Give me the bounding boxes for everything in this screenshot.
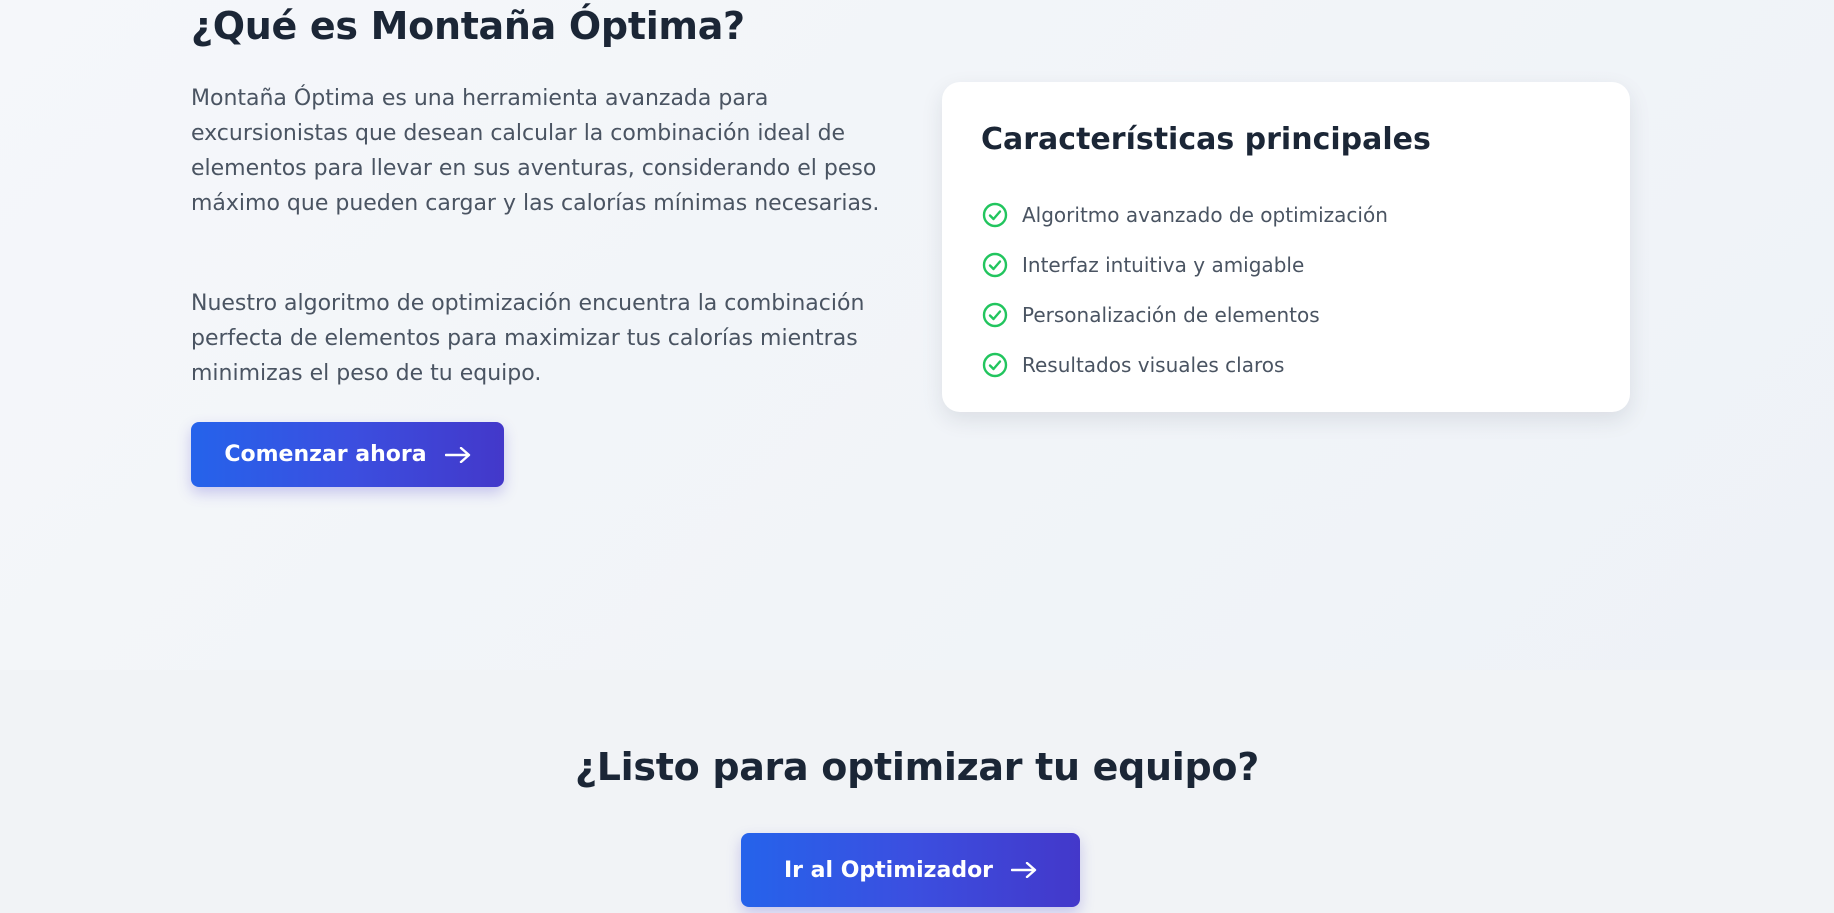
check-circle-icon: [982, 302, 1008, 328]
check-circle-icon: [982, 352, 1008, 378]
check-circle-icon: [982, 202, 1008, 228]
about-title: ¿Qué es Montaña Óptima?: [191, 4, 745, 48]
cta-title: ¿Listo para optimizar tu equipo?: [575, 745, 1259, 789]
about-section: ¿Qué es Montaña Óptima? Montaña Óptima e…: [0, 0, 1834, 670]
feature-item: Algoritmo avanzado de optimización: [982, 190, 1388, 240]
go-to-optimizer-button[interactable]: Ir al Optimizador: [741, 833, 1080, 907]
features-list: Algoritmo avanzado de optimización Inter…: [982, 190, 1388, 390]
features-title: Características principales: [981, 122, 1431, 157]
about-paragraph-1: Montaña Óptima es una herramienta avanza…: [191, 86, 880, 216]
feature-item: Resultados visuales claros: [982, 340, 1388, 390]
features-card: Características principales Algoritmo av…: [942, 82, 1630, 412]
about-paragraph-2: Nuestro algoritmo de optimización encuen…: [191, 291, 865, 386]
feature-label: Interfaz intuitiva y amigable: [1022, 253, 1305, 277]
feature-item: Interfaz intuitiva y amigable: [982, 240, 1388, 290]
start-now-label: Comenzar ahora: [224, 442, 427, 467]
arrow-right-icon: [1011, 862, 1037, 878]
start-now-button[interactable]: Comenzar ahora: [191, 422, 504, 487]
arrow-right-icon: [444, 446, 471, 463]
feature-label: Resultados visuales claros: [1022, 353, 1285, 377]
go-to-optimizer-label: Ir al Optimizador: [783, 857, 994, 883]
feature-label: Personalización de elementos: [1022, 303, 1320, 327]
feature-label: Algoritmo avanzado de optimización: [1022, 203, 1388, 227]
feature-item: Personalización de elementos: [982, 290, 1388, 340]
check-circle-icon: [982, 252, 1008, 278]
